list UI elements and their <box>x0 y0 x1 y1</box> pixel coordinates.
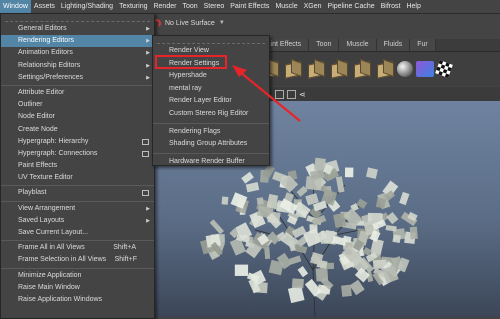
menu-separator <box>153 152 269 154</box>
panel-toolbar: ⋖ <box>255 87 500 101</box>
tear-off-line[interactable] <box>157 37 265 44</box>
cube-icon[interactable] <box>328 58 348 79</box>
menu-item-playblast[interactable]: Playblast <box>1 187 154 199</box>
menu-separator <box>1 240 154 242</box>
menu-texturing[interactable]: Texturing <box>116 0 150 13</box>
menu-pipeline-cache[interactable]: Pipeline Cache <box>325 0 378 13</box>
menu-separator <box>1 267 154 269</box>
annotation-highlight-box <box>155 55 227 69</box>
cube-icon[interactable] <box>374 58 394 79</box>
shelf-tab-fur[interactable]: Fur <box>410 39 436 51</box>
live-surface-label: No Live Surface <box>165 19 215 27</box>
menu-paint-effects[interactable]: Paint Effects <box>227 0 272 13</box>
menu-item-mental-ray[interactable]: mental ray <box>153 83 269 96</box>
menu-item-frame-all[interactable]: Frame All in All Views Shift+A <box>1 242 154 254</box>
menu-toon[interactable]: Toon <box>179 0 200 13</box>
menu-item-create-node[interactable]: Create Node <box>1 124 154 136</box>
menu-item-hardware-render-buffer[interactable]: Hardware Render Buffer <box>153 156 269 169</box>
menu-item-rendering-flags[interactable]: Rendering Flags <box>153 126 269 139</box>
submenu-arrow-icon: ▶ <box>146 38 150 45</box>
menu-item-settings-preferences[interactable]: Settings/Preferences ▶ <box>1 72 154 84</box>
menu-assets[interactable]: Assets <box>31 0 58 13</box>
menu-separator <box>1 185 154 187</box>
tree-render <box>199 157 418 317</box>
menu-item-minimize-application[interactable]: Minimize Application <box>1 270 154 282</box>
checker-icon[interactable] <box>435 60 453 78</box>
tear-off-line[interactable] <box>5 15 150 22</box>
menu-item-hypergraph-connections[interactable]: Hypergraph: Connections <box>1 148 154 160</box>
menu-item-raise-application-windows[interactable]: Raise Application Windows <box>1 294 154 306</box>
submenu-arrow-icon: ▶ <box>146 74 150 81</box>
menu-separator <box>1 200 154 202</box>
menu-item-render-layer-editor[interactable]: Render Layer Editor <box>153 95 269 108</box>
submenu-arrow-icon: ▶ <box>146 205 150 212</box>
shortcut-label: Shift+A <box>113 244 136 252</box>
camera-attributes-icon[interactable] <box>275 89 284 99</box>
menu-help[interactable]: Help <box>403 0 423 13</box>
dropdown-arrow-icon: ▼ <box>218 20 225 26</box>
menu-item-uv-texture-editor[interactable]: UV Texture Editor <box>1 172 154 184</box>
fur-icon[interactable] <box>416 61 434 77</box>
main-menu-bar: Window Assets Lighting/Shading Texturing… <box>0 0 500 14</box>
shelf-tab-muscle[interactable]: Muscle <box>339 39 377 51</box>
menu-item-view-arrangement[interactable]: View Arrangement ▶ <box>1 203 154 215</box>
cube-icon[interactable] <box>282 58 302 79</box>
menu-item-outliner[interactable]: Outliner <box>1 99 154 111</box>
menu-item-custom-stereo-rig-editor[interactable]: Custom Stereo Rig Editor <box>153 108 269 121</box>
menu-window[interactable]: Window <box>0 0 31 13</box>
share-icon[interactable]: ⋖ <box>299 90 306 99</box>
submenu-arrow-icon: ▶ <box>146 50 150 57</box>
shortcut-label: Shift+F <box>114 256 137 264</box>
menu-item-saved-layouts[interactable]: Saved Layouts ▶ <box>1 215 154 227</box>
sphere-icon[interactable] <box>397 61 413 77</box>
cube-icon[interactable] <box>305 58 325 79</box>
menu-separator <box>1 84 154 86</box>
window-menu: General Editors ▶ Rendering Editors ▶ Anim… <box>0 13 155 319</box>
option-box-icon[interactable] <box>142 190 149 197</box>
menu-item-rendering-editors[interactable]: Rendering Editors ▶ <box>1 35 154 48</box>
menu-bifrost[interactable]: Bifrost <box>378 0 404 13</box>
menu-item-save-current-layout[interactable]: Save Current Layout... <box>1 227 154 239</box>
snapshot-icon[interactable] <box>287 89 296 99</box>
shelf-tab-fluids[interactable]: Fluids <box>376 39 411 51</box>
option-box-icon[interactable] <box>142 150 149 157</box>
menu-render[interactable]: Render <box>150 0 179 13</box>
menu-item-hypergraph-hierarchy[interactable]: Hypergraph: Hierarchy <box>1 136 154 148</box>
menu-separator <box>153 122 269 124</box>
menu-item-attribute-editor[interactable]: Attribute Editor <box>1 87 154 99</box>
shelf-toolbar <box>255 52 500 86</box>
menu-item-hypershade[interactable]: Hypershade <box>153 70 269 83</box>
menu-item-general-editors[interactable]: General Editors ▶ <box>1 23 154 35</box>
menu-item-frame-selection[interactable]: Frame Selection in All Views Shift+F <box>1 254 154 266</box>
submenu-arrow-icon: ▶ <box>146 62 150 69</box>
shelf-tabs: Paint Effects Toon Muscle Fluids Fur <box>255 39 500 52</box>
menu-item-shading-group-attributes[interactable]: Shading Group Attributes <box>153 138 269 151</box>
menu-item-node-editor[interactable]: Node Editor <box>1 111 154 123</box>
live-surface-control[interactable]: No Live Surface ▼ <box>152 16 225 30</box>
leaf-cluster <box>199 157 418 304</box>
option-box-icon[interactable] <box>142 138 149 145</box>
menu-item-animation-editors[interactable]: Animation Editors ▶ <box>1 47 154 59</box>
menu-lighting-shading[interactable]: Lighting/Shading <box>58 0 116 13</box>
menu-item-paint-effects[interactable]: Paint Effects <box>1 160 154 172</box>
shelf-tab-toon[interactable]: Toon <box>309 39 340 51</box>
submenu-arrow-icon: ▶ <box>146 217 150 224</box>
submenu-arrow-icon: ▶ <box>146 26 150 32</box>
menu-stereo[interactable]: Stereo <box>201 0 228 13</box>
menu-xgen[interactable]: XGen <box>301 0 325 13</box>
menu-item-raise-main-window[interactable]: Raise Main Window <box>1 282 154 294</box>
menu-item-relationship-editors[interactable]: Relationship Editors ▶ <box>1 60 154 72</box>
menu-muscle[interactable]: Muscle <box>272 0 300 13</box>
cube-icon[interactable] <box>351 58 371 79</box>
